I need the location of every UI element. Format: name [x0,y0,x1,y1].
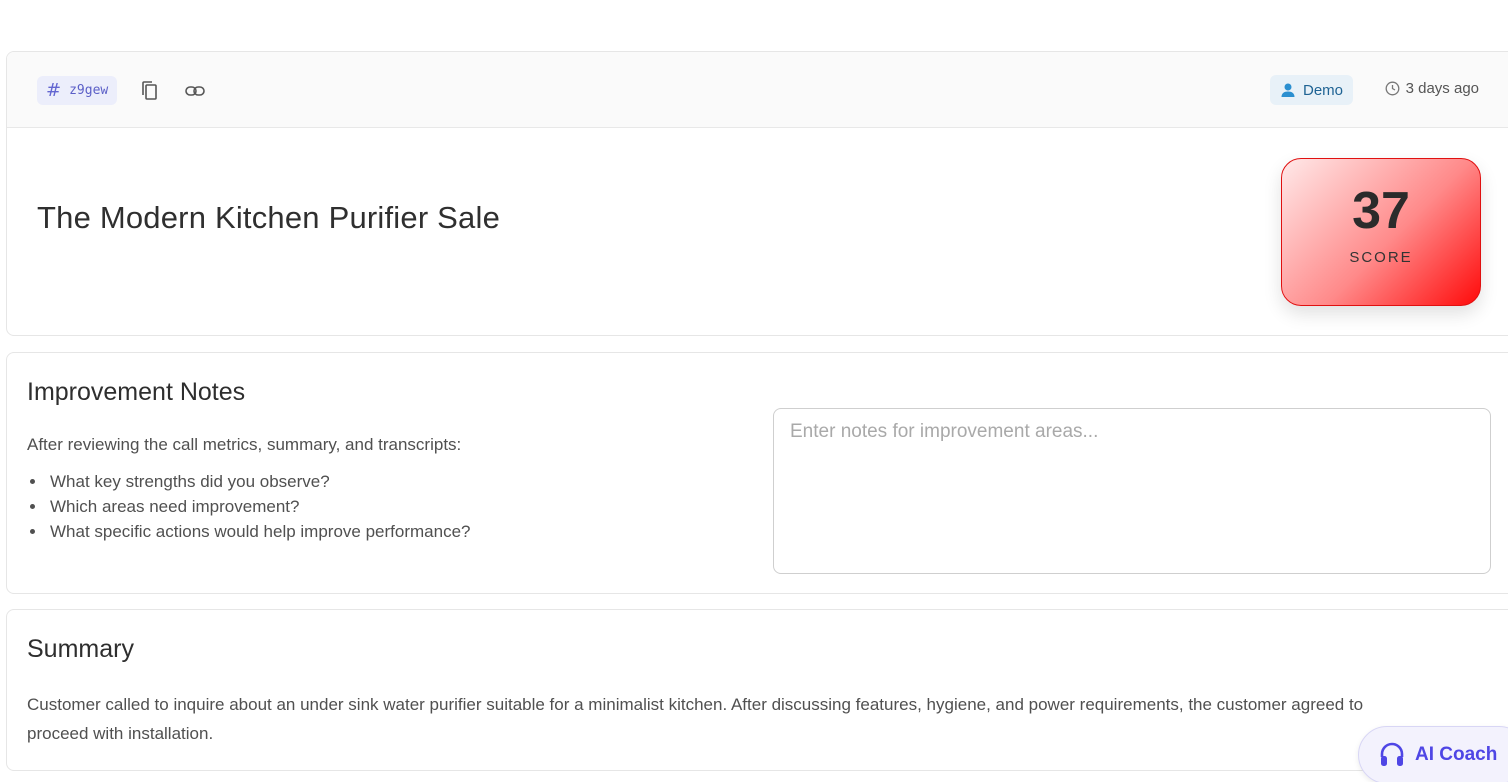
list-item: What key strengths did you observe? [27,469,470,494]
list-item: Which areas need improvement? [27,494,470,519]
clock-icon [1385,81,1400,96]
hash-icon: # [46,79,62,101]
user-icon [1281,83,1295,97]
call-header-card: # z9gew Demo 3 days ago The Modern Kitch… [6,51,1508,336]
copy-link-button[interactable] [183,79,207,103]
call-id-badge[interactable]: # z9gew [37,76,118,105]
call-id-text: z9gew [69,83,109,98]
improvement-notes-input[interactable] [773,408,1491,574]
summary-card: Summary Customer called to inquire about… [6,609,1508,771]
ai-coach-button[interactable]: AI Coach [1358,726,1508,782]
score-label: SCORE [1349,249,1413,266]
score-badge: 37 SCORE [1281,158,1481,306]
copy-button[interactable] [138,79,162,103]
link-icon [185,86,205,96]
notes-intro: After reviewing the call metrics, summar… [27,435,462,454]
user-label: Demo [1302,81,1343,99]
score-value: 37 [1352,182,1410,240]
ai-coach-label: AI Coach [1415,744,1498,765]
call-meta-bar: # z9gew Demo 3 days ago [7,52,1508,128]
time-label: 3 days ago [1405,80,1479,97]
copy-icon [142,81,157,100]
notes-prompts-list: What key strengths did you observe? Whic… [27,469,470,544]
improvement-notes-title: Improvement Notes [27,378,246,406]
summary-title: Summary [27,635,134,663]
headset-icon [1380,742,1404,766]
user-badge[interactable]: Demo [1269,75,1353,105]
page-title: The Modern Kitchen Purifier Sale [37,200,501,235]
timestamp: 3 days ago [1385,80,1479,97]
list-item: What specific actions would help improve… [27,519,470,544]
summary-text: Customer called to inquire about an unde… [27,695,1364,743]
improvement-notes-card: Improvement Notes After reviewing the ca… [6,352,1508,594]
